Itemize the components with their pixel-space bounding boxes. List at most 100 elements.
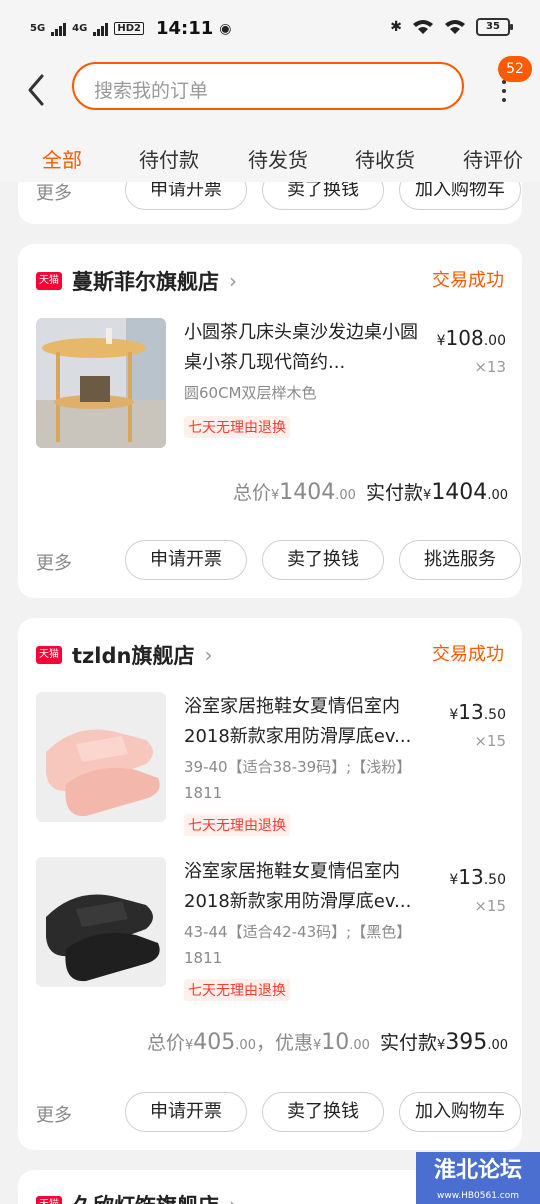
notification-badge: 52 [498,56,532,82]
invoice-button[interactable]: 申请开票 [125,540,247,580]
order-status: 交易成功 [432,270,504,291]
search-input[interactable]: 搜索我的订单 [72,62,464,110]
discount-label: ，优惠 [255,1032,313,1054]
tab-pending-receipt[interactable]: 待收货 [355,144,415,173]
chevron-right-icon: › [204,643,213,667]
tmall-badge-icon: 天猫 [36,646,62,664]
invoice-button[interactable]: 申请开票 [125,182,247,210]
signal-icon [93,22,109,36]
currency-symbol: ¥ [449,707,459,723]
price-decimal: .00 [483,333,506,349]
product-image [36,318,166,448]
price-decimal: .50 [483,872,506,888]
signal-icon [51,22,67,36]
product-price: ¥13.50 [449,865,506,889]
battery-icon: 35 [476,18,513,36]
total-label: 总价 [147,1032,186,1054]
tmall-badge-icon: 天猫 [36,1196,62,1204]
wifi-icon [445,20,465,34]
status-right: ✱ 35 [390,18,513,36]
add-to-cart-button[interactable]: 加入购物车 [399,182,521,210]
store-header[interactable]: 天猫 蔓斯菲尔旗舰店 › [36,266,237,296]
product-price: ¥108.00 [437,326,506,350]
more-options-icon[interactable] [496,80,512,108]
order-total: 总价¥405.00，优惠¥10.00 实付款¥395.00 [147,1028,508,1055]
product-sku: 43-44【适合42-43码】;【黑色】1811 [184,923,412,967]
watermark-title: 淮北论坛 [433,1158,522,1183]
order-actions: 更多 申请开票 卖了换钱 加入购物车 [36,182,521,212]
total-decimal: .00 [235,1038,256,1053]
product-image [36,692,166,822]
total-label: 总价 [232,482,271,504]
product-sku: 39-40【适合38-39码】;【浅粉】1811 [184,758,412,802]
resell-button[interactable]: 卖了换钱 [262,540,384,580]
price-integer: 108 [445,326,484,350]
price-integer: 13 [458,700,484,724]
return-policy-tag: 七天无理由退换 [184,979,290,1001]
store-name[interactable]: 久欣灯饰旗舰店 [72,1190,219,1204]
paid-decimal: .00 [487,488,508,503]
invoice-button[interactable]: 申请开票 [125,1092,247,1132]
return-policy-tag: 七天无理由退换 [184,416,290,438]
store-name[interactable]: tzldn旗舰店 [72,640,194,670]
order-tabs: 全部 待付款 待发货 待收货 待评价 [0,130,540,185]
order-item[interactable]: 浴室家居拖鞋女夏情侣室内2018新款家用防滑厚底ev... 43-44【适合42… [36,857,506,1001]
status-bar: 5G 4G HD2 14:11 ◉ ✱ 35 [0,0,540,60]
store-header[interactable]: 天猫 久欣灯饰旗舰店 › [36,1190,237,1204]
order-card-partial: 更多 申请开票 卖了换钱 加入购物车 [18,182,522,224]
product-quantity: ×15 [474,732,506,750]
order-total: 总价¥1404.00 实付款¥1404.00 [233,478,508,505]
tab-pending-review[interactable]: 待评价 [463,144,523,173]
tmall-badge-icon: 天猫 [36,272,62,290]
currency-symbol: ¥ [436,333,446,349]
chevron-right-icon: › [229,1193,237,1204]
header: 搜索我的订单 52 [0,56,540,130]
resell-button[interactable]: 卖了换钱 [262,1092,384,1132]
order-card: 天猫 tzldn旗舰店 › 交易成功 浴室家居拖鞋女夏情侣室内2018新款家用防… [18,618,522,1150]
product-sku: 圆60CM双层榉木色 [184,384,317,402]
paid-integer: 395 [445,1030,488,1055]
product-image [36,857,166,987]
more-link[interactable]: 更多 [36,182,72,205]
product-quantity: ×13 [474,358,506,376]
paid-decimal: .00 [487,1038,508,1053]
sim1-label: 5G [30,23,46,34]
back-arrow-icon[interactable] [22,70,52,110]
store-name[interactable]: 蔓斯菲尔旗舰店 [72,266,219,296]
paid-label: 实付款 [366,482,424,504]
order-item[interactable]: 浴室家居拖鞋女夏情侣室内2018新款家用防滑厚底ev... 39-40【适合38… [36,692,506,836]
resell-button[interactable]: 卖了换钱 [262,182,384,210]
return-policy-tag: 七天无理由退换 [184,814,290,836]
bluetooth-icon: ✱ [390,19,402,35]
chevron-right-icon: › [229,269,237,293]
hd-icon: HD2 [114,22,144,35]
total-integer: 1404 [279,480,336,505]
total-decimal: .00 [335,488,356,503]
price-decimal: .50 [483,707,506,723]
product-title: 浴室家居拖鞋女夏情侣室内2018新款家用防滑厚底ev... [184,861,412,912]
sim2-label: 4G [72,23,88,34]
partial-card-clip: 更多 申请开票 卖了换钱 加入购物车 [0,182,540,226]
discount-decimal: .00 [349,1038,370,1053]
add-to-cart-button[interactable]: 加入购物车 [399,1092,521,1132]
tab-all[interactable]: 全部 [42,144,82,185]
tab-pending-shipment[interactable]: 待发货 [248,144,308,173]
tab-pending-payment[interactable]: 待付款 [139,144,199,173]
product-title: 小圆茶几床头桌沙发边桌小圆桌小茶几现代简约... [184,322,418,373]
discount-integer: 10 [321,1030,350,1055]
more-link[interactable]: 更多 [36,1101,72,1127]
watermark-url: www.HB0561.com [436,1191,520,1201]
status-left: 5G 4G HD2 14:11 ◉ [30,18,232,39]
select-service-button[interactable]: 挑选服务 [399,540,521,580]
currency-symbol: ¥ [449,872,459,888]
product-quantity: ×15 [474,897,506,915]
more-link[interactable]: 更多 [36,549,72,575]
order-item[interactable]: 小圆茶几床头桌沙发边桌小圆桌小茶几现代简约... 圆60CM双层榉木色 七天无理… [36,318,506,458]
product-price: ¥13.50 [449,700,506,724]
price-integer: 13 [458,865,484,889]
paid-integer: 1404 [431,480,488,505]
store-header[interactable]: 天猫 tzldn旗舰店 › [36,640,212,670]
total-integer: 405 [193,1030,236,1055]
wifi-icon [413,20,433,34]
paid-label: 实付款 [380,1032,438,1054]
